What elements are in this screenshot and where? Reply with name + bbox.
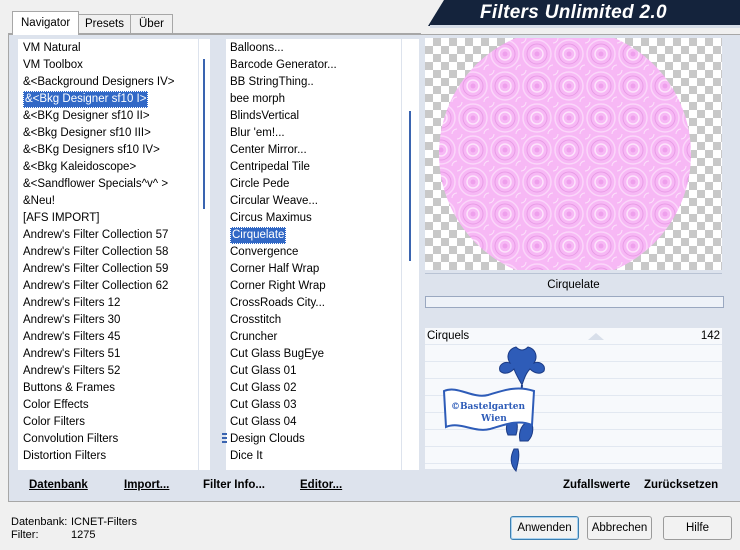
list-item[interactable]: CrossRoads City... bbox=[230, 295, 325, 312]
watermark-logo: ©Bastelgarten Wien bbox=[442, 346, 545, 472]
status-db-label: Datenbank: bbox=[11, 516, 68, 528]
list-item[interactable]: Distortion Filters bbox=[23, 448, 106, 465]
list-item[interactable]: Andrew's Filters 52 bbox=[23, 363, 120, 380]
category-list[interactable]: VM Natural VM Toolbox &<Background Designe… bbox=[18, 39, 198, 470]
list-item[interactable]: &<Bkg Kaleidoscope> bbox=[23, 159, 136, 176]
list-item[interactable]: Andrew's Filter Collection 57 bbox=[23, 227, 168, 244]
list-item[interactable]: &<Bkg Designer sf10 I> bbox=[23, 91, 149, 108]
category-scrollbar[interactable] bbox=[199, 39, 210, 470]
filter-list[interactable]: Balloons... Barcode Generator... BB String… bbox=[226, 39, 401, 470]
apply-button[interactable]: Anwenden bbox=[510, 516, 579, 540]
app-header: Filters Unlimited 2.0 bbox=[428, 0, 740, 28]
list-item[interactable]: BB StringThing.. bbox=[230, 74, 314, 91]
list-item[interactable]: Cut Glass 04 bbox=[230, 414, 296, 431]
status-filter-value: 1275 bbox=[71, 529, 96, 541]
status-db-value: ICNET-Filters bbox=[71, 516, 137, 528]
list-item[interactable]: Cut Glass BugEye bbox=[230, 346, 324, 363]
list-item[interactable]: Design Clouds bbox=[230, 431, 305, 448]
list-item[interactable]: Crosstitch bbox=[230, 312, 281, 329]
status-filter-label: Filter: bbox=[11, 529, 39, 541]
cancel-button[interactable]: Abbrechen bbox=[587, 516, 652, 540]
param-value: 142 bbox=[700, 330, 720, 342]
filter-edit-box[interactable] bbox=[425, 296, 724, 308]
list-item[interactable]: Dice It bbox=[230, 448, 263, 465]
app-title: Filters Unlimited 2.0 bbox=[480, 2, 667, 23]
random-values-button[interactable]: Zufallswerte bbox=[563, 479, 630, 491]
list-item[interactable]: Corner Right Wrap bbox=[230, 278, 326, 295]
editor-button[interactable]: Editor... bbox=[300, 479, 342, 491]
list-item[interactable]: Andrew's Filters 30 bbox=[23, 312, 120, 329]
list-item[interactable]: Cut Glass 01 bbox=[230, 363, 296, 380]
list-item[interactable]: Center Mirror... bbox=[230, 142, 307, 159]
tab-label: Navigator bbox=[21, 17, 71, 29]
list-item[interactable]: &<BKg Designers sf10 IV> bbox=[23, 142, 160, 159]
list-item[interactable]: Blur 'em!... bbox=[230, 125, 285, 142]
database-button[interactable]: Datenbank bbox=[29, 479, 88, 491]
tab-presets[interactable]: Presets bbox=[76, 14, 133, 34]
list-item[interactable]: Corner Half Wrap bbox=[230, 261, 319, 278]
preview-image bbox=[439, 38, 691, 270]
selected-filter-name: Cirquelate bbox=[425, 273, 722, 296]
import-button[interactable]: Import... bbox=[124, 479, 169, 491]
list-item[interactable]: &<BKg Designer sf10 II> bbox=[23, 108, 150, 125]
header-stripe bbox=[430, 25, 740, 28]
param-row[interactable]: Cirquels 142 bbox=[425, 328, 722, 345]
list-item[interactable]: Andrew's Filters 45 bbox=[23, 329, 120, 346]
drag-grip-icon bbox=[222, 433, 227, 445]
list-item[interactable]: Balloons... bbox=[230, 40, 284, 57]
list-item[interactable]: Centripedal Tile bbox=[230, 159, 310, 176]
list-item[interactable]: Color Effects bbox=[23, 397, 89, 414]
list-item[interactable]: Buttons & Frames bbox=[23, 380, 115, 397]
category-scroll-thumb[interactable] bbox=[203, 59, 205, 209]
list-item[interactable]: Circular Weave... bbox=[230, 193, 318, 210]
list-item[interactable]: Color Filters bbox=[23, 414, 85, 431]
list-item[interactable]: VM Natural bbox=[23, 40, 81, 57]
list-item[interactable]: bee morph bbox=[230, 91, 285, 108]
list-item[interactable]: [AFS IMPORT] bbox=[23, 210, 99, 227]
list-item[interactable]: &Neu! bbox=[23, 193, 55, 210]
list-item[interactable]: Andrew's Filters 51 bbox=[23, 346, 120, 363]
filter-info-button[interactable]: Filter Info... bbox=[203, 479, 265, 491]
list-item[interactable]: &<Sandflower Specials^v^ > bbox=[23, 176, 168, 193]
list-item[interactable]: Convolution Filters bbox=[23, 431, 118, 448]
tab-about[interactable]: Über bbox=[130, 14, 173, 34]
list-item[interactable]: Andrew's Filter Collection 58 bbox=[23, 244, 168, 261]
list-item[interactable]: Cruncher bbox=[230, 329, 277, 346]
watermark-text-line1: ©Bastelgarten bbox=[451, 402, 526, 412]
list-item[interactable]: Andrew's Filter Collection 59 bbox=[23, 261, 168, 278]
reset-button[interactable]: Zurücksetzen bbox=[644, 479, 718, 491]
list-item[interactable]: Cirquelate bbox=[230, 227, 287, 244]
list-item[interactable]: Circus Maximus bbox=[230, 210, 312, 227]
filter-scrollbar[interactable] bbox=[402, 39, 419, 470]
list-item[interactable]: Convergence bbox=[230, 244, 298, 261]
tab-navigator[interactable]: Navigator bbox=[12, 11, 80, 35]
filter-scroll-thumb[interactable] bbox=[409, 111, 411, 261]
list-item[interactable]: &<Background Designers IV> bbox=[23, 74, 175, 91]
help-button[interactable]: Hilfe bbox=[663, 516, 732, 540]
list-item[interactable]: Cut Glass 02 bbox=[230, 380, 296, 397]
list-item[interactable]: BlindsVertical bbox=[230, 108, 299, 125]
watermark-text-line2: Wien bbox=[480, 414, 507, 424]
list-item[interactable]: Cut Glass 03 bbox=[230, 397, 296, 414]
list-item[interactable]: &<Bkg Designer sf10 III> bbox=[23, 125, 151, 142]
list-item[interactable]: Andrew's Filter Collection 62 bbox=[23, 278, 168, 295]
tab-label: Presets bbox=[85, 18, 124, 30]
list-item[interactable]: Andrew's Filters 12 bbox=[23, 295, 120, 312]
list-item[interactable]: VM Toolbox bbox=[23, 57, 83, 74]
list-item[interactable]: Barcode Generator... bbox=[230, 57, 337, 74]
tab-label: Über bbox=[139, 18, 164, 30]
preview-area bbox=[425, 38, 722, 270]
list-item[interactable]: Circle Pede bbox=[230, 176, 289, 193]
param-label: Cirquels bbox=[427, 330, 470, 342]
slider-marker-icon bbox=[588, 333, 604, 340]
